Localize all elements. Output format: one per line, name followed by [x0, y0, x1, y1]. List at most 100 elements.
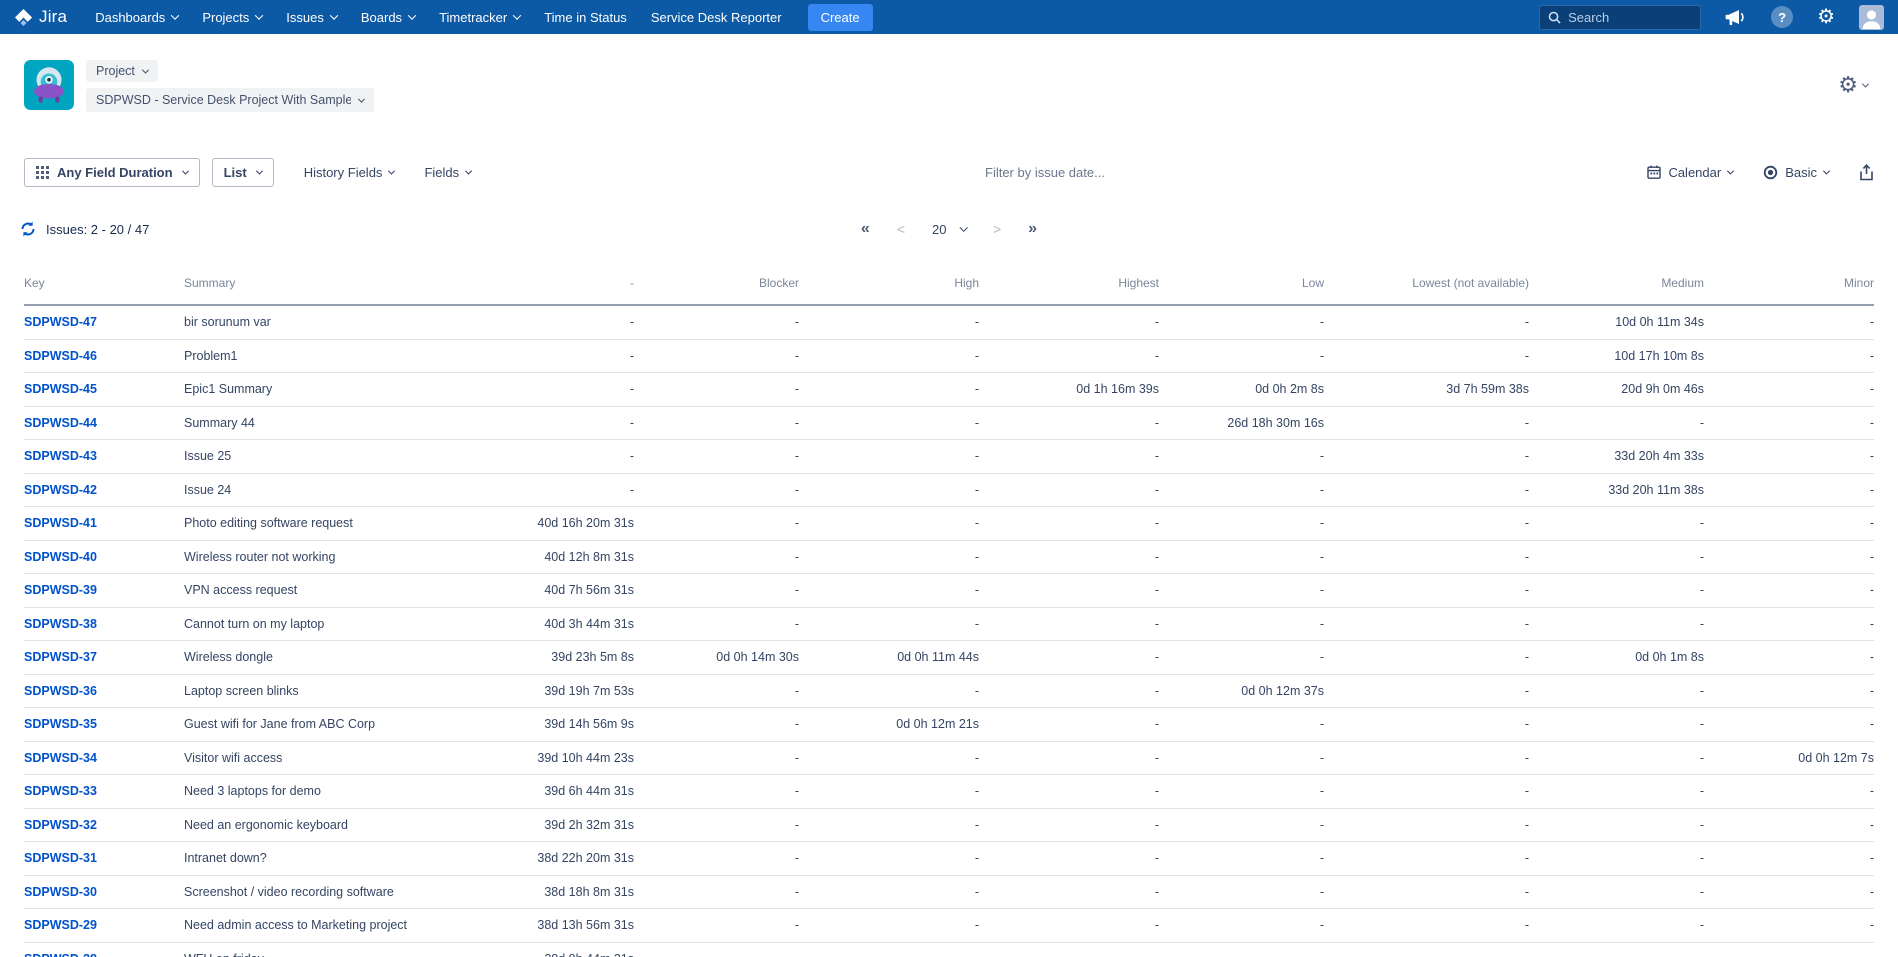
duration-cell: - — [1529, 942, 1704, 957]
history-fields-dropdown[interactable]: History Fields — [304, 165, 395, 180]
issue-key-link[interactable]: SDPWSD-45 — [24, 382, 97, 396]
duration-cell: - — [634, 708, 799, 742]
duration-cell: - — [634, 875, 799, 909]
issue-summary: Need 3 laptops for demo — [184, 775, 419, 809]
issue-key-link[interactable]: SDPWSD-31 — [24, 851, 97, 865]
duration-cell: - — [979, 775, 1159, 809]
duration-cell: 0d 0h 11m 44s — [799, 641, 979, 675]
issue-key-link[interactable]: SDPWSD-40 — [24, 550, 97, 564]
chevron-down-icon — [182, 167, 189, 174]
issue-key-link[interactable]: SDPWSD-33 — [24, 784, 97, 798]
global-search[interactable] — [1539, 5, 1701, 30]
nav-item-timetracker[interactable]: Timetracker — [439, 10, 520, 25]
issue-key-link[interactable]: SDPWSD-39 — [24, 583, 97, 597]
duration-cell: - — [1324, 507, 1529, 541]
last-page-button[interactable]: » — [1028, 221, 1037, 237]
eye-icon — [1763, 165, 1778, 180]
duration-cell: 3d 7h 59m 38s — [1324, 373, 1529, 407]
results-bar: Issues: 2 - 20 / 47 « < 20 > » — [0, 214, 1898, 244]
nav-item-label: Boards — [361, 10, 402, 25]
page-size-select[interactable]: 20 — [932, 222, 966, 237]
issue-summary: Wireless router not working — [184, 540, 419, 574]
duration-cell: - — [1704, 808, 1874, 842]
issue-key-link[interactable]: SDPWSD-35 — [24, 717, 97, 731]
issue-key-link[interactable]: SDPWSD-37 — [24, 650, 97, 664]
settings-button[interactable]: ⚙ — [1817, 7, 1835, 27]
fields-dropdown[interactable]: Fields — [424, 165, 471, 180]
duration-cell: - — [1704, 708, 1874, 742]
user-avatar[interactable] — [1859, 5, 1884, 30]
issue-date-filter-input[interactable] — [985, 165, 1225, 180]
issues-count-label: Issues: 2 - 20 / 47 — [46, 222, 149, 237]
issue-key-link[interactable]: SDPWSD-41 — [24, 516, 97, 530]
duration-cell: - — [419, 473, 634, 507]
duration-cell: - — [1704, 507, 1874, 541]
duration-cell: - — [1529, 674, 1704, 708]
column-header-low: Low — [1159, 270, 1324, 305]
issue-key-link[interactable]: SDPWSD-29 — [24, 918, 97, 932]
duration-cell: - — [979, 942, 1159, 957]
duration-cell: - — [1704, 775, 1874, 809]
issue-key-link[interactable]: SDPWSD-28 — [24, 952, 97, 957]
duration-cell: - — [799, 373, 979, 407]
issue-key-link[interactable]: SDPWSD-47 — [24, 315, 97, 329]
duration-cell: - — [634, 440, 799, 474]
chevron-down-icon — [408, 11, 416, 19]
duration-cell: 38d 13h 56m 31s — [419, 909, 634, 943]
view-mode-dropdown[interactable]: Basic — [1763, 165, 1829, 180]
issue-key-link[interactable]: SDPWSD-44 — [24, 416, 97, 430]
create-button[interactable]: Create — [808, 4, 873, 31]
issue-key-link[interactable]: SDPWSD-32 — [24, 818, 97, 832]
duration-cell: - — [1324, 741, 1529, 775]
help-button[interactable]: ? — [1771, 6, 1793, 28]
nav-item-time-in-status[interactable]: Time in Status — [544, 10, 627, 25]
table-row: SDPWSD-29Need admin access to Marketing … — [24, 909, 1874, 943]
nav-item-projects[interactable]: Projects — [202, 10, 262, 25]
issue-summary: Need an ergonomic keyboard — [184, 808, 419, 842]
nav-item-service-desk-reporter[interactable]: Service Desk Reporter — [651, 10, 782, 25]
search-input[interactable] — [1568, 10, 1688, 25]
nav-item-issues[interactable]: Issues — [286, 10, 337, 25]
issue-key-link[interactable]: SDPWSD-43 — [24, 449, 97, 463]
page-settings-button[interactable]: ⚙ — [1838, 74, 1868, 96]
duration-cell: - — [1704, 674, 1874, 708]
issue-summary: Screenshot / video recording software — [184, 875, 419, 909]
duration-cell: - — [1159, 842, 1324, 876]
export-button[interactable] — [1859, 164, 1874, 181]
project-select-dropdown[interactable]: SDPWSD - Service Desk Project With Sampl… — [86, 88, 374, 112]
announcements-button[interactable] — [1725, 8, 1747, 27]
project-avatar[interactable] — [24, 60, 74, 110]
issue-key-link[interactable]: SDPWSD-38 — [24, 617, 97, 631]
issue-key-link[interactable]: SDPWSD-30 — [24, 885, 97, 899]
next-page-button[interactable]: > — [993, 222, 1001, 236]
issue-summary: Issue 24 — [184, 473, 419, 507]
nav-item-dashboards[interactable]: Dashboards — [95, 10, 178, 25]
issue-summary: WFH on friday — [184, 942, 419, 957]
nav-item-label: Time in Status — [544, 10, 627, 25]
jira-logo[interactable]: Jira — [14, 7, 67, 27]
scope-dropdown[interactable]: Project — [86, 60, 158, 82]
issues-table: KeySummary-BlockerHighHighestLowLowest (… — [24, 270, 1874, 957]
issue-key-link[interactable]: SDPWSD-46 — [24, 349, 97, 363]
issue-key-link[interactable]: SDPWSD-36 — [24, 684, 97, 698]
duration-cell: - — [1324, 808, 1529, 842]
duration-cell: 39d 6h 44m 31s — [419, 775, 634, 809]
table-row: SDPWSD-38Cannot turn on my laptop40d 3h … — [24, 607, 1874, 641]
duration-cell: 0d 0h 12m 37s — [1159, 674, 1324, 708]
first-page-button[interactable]: « — [861, 221, 870, 237]
calendar-dropdown[interactable]: Calendar — [1647, 165, 1733, 180]
issue-key-link[interactable]: SDPWSD-42 — [24, 483, 97, 497]
view-type-dropdown[interactable]: List — [212, 158, 274, 187]
header-selects: Project SDPWSD - Service Desk Project Wi… — [86, 60, 374, 112]
field-duration-dropdown[interactable]: Any Field Duration — [24, 158, 200, 187]
previous-page-button[interactable]: < — [897, 222, 905, 236]
duration-cell: 38d 18h 8m 31s — [419, 875, 634, 909]
issue-key-link[interactable]: SDPWSD-34 — [24, 751, 97, 765]
duration-cell: - — [1704, 842, 1874, 876]
duration-cell: - — [1324, 942, 1529, 957]
nav-item-boards[interactable]: Boards — [361, 10, 415, 25]
refresh-button[interactable] — [20, 221, 36, 237]
duration-cell: - — [1529, 909, 1704, 943]
table-row: SDPWSD-28WFH on friday38d 9h 44m 31s----… — [24, 942, 1874, 957]
duration-cell: - — [634, 607, 799, 641]
